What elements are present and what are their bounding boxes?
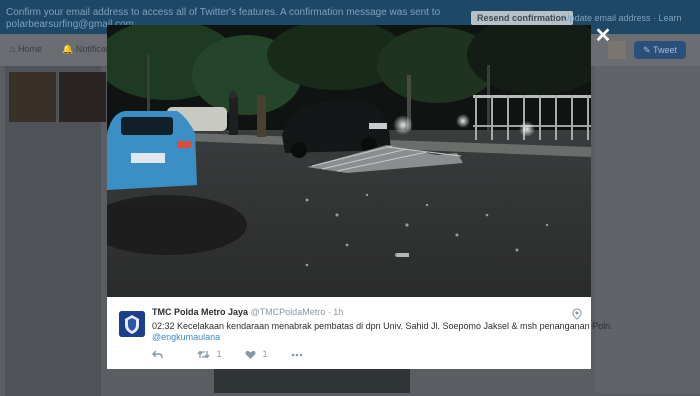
timeline-image [214,369,410,393]
tweet-text: 02:32 Kecelakaan kendaraan menabrak pemb… [152,321,613,331]
close-icon[interactable]: ✕ [593,26,613,46]
author-handle[interactable]: @TMCPoldaMetro [251,307,326,317]
nav-home-label: Home [17,44,42,54]
resend-confirmation-button[interactable]: Resend confirmation [471,11,573,25]
like-button[interactable]: 1 [245,347,268,361]
tweet-button-label: Tweet [652,45,677,55]
heart-icon [245,350,256,359]
retweet-count: 1 [216,349,222,359]
like-count: 1 [262,349,268,359]
author-avatar[interactable] [119,311,145,337]
tweet-photo [107,25,591,297]
tweet-button[interactable]: ✎ Tweet [634,41,686,59]
media-thumbnail[interactable] [9,72,56,122]
accident-photo-illustration [107,25,591,297]
nav-home[interactable]: ⌂ Home [10,44,42,54]
more-icon [291,353,303,356]
retweet-button[interactable]: 1 [197,347,222,361]
more-button[interactable] [291,347,303,361]
tweet-time[interactable]: · 1h [328,307,344,317]
mention-link[interactable]: @engkumaulana [152,332,220,342]
police-logo-icon [119,311,145,337]
tweet-card: TMC Polda Metro Jaya @TMCPoldaMetro · 1h… [107,297,613,369]
media-thumbnail[interactable] [59,72,106,122]
tweet-header: TMC Polda Metro Jaya @TMCPoldaMetro · 1h [152,307,343,317]
right-sidebar [595,66,700,393]
reply-button[interactable] [152,347,163,361]
location-pin-icon[interactable] [572,308,582,320]
reply-icon [152,350,163,359]
retweet-icon [197,350,210,359]
author-name[interactable]: TMC Polda Metro Jaya [152,307,248,317]
